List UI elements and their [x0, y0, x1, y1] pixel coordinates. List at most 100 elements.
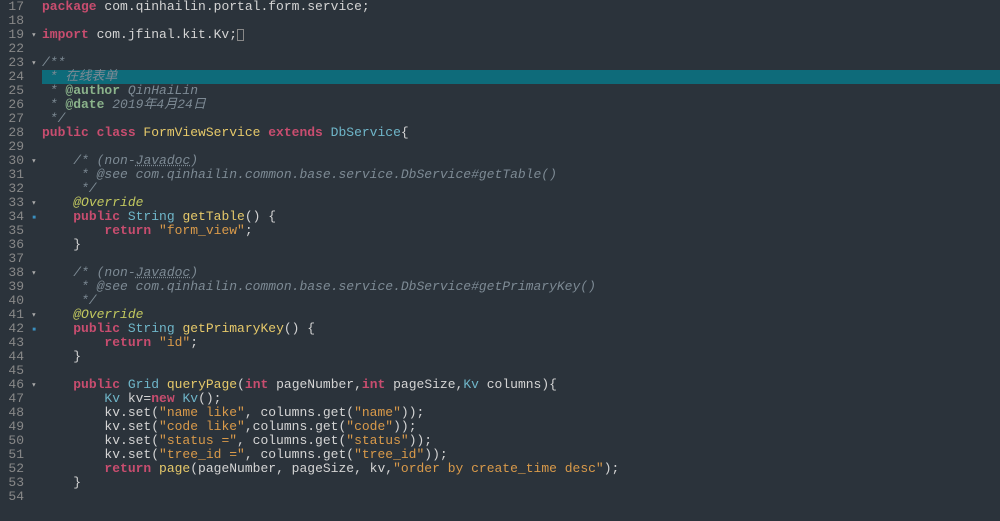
code-line[interactable]: [42, 42, 1000, 56]
line-number-gutter: 1718192223242526272829303132333435363738…: [0, 0, 30, 521]
token-punct: [42, 195, 73, 210]
code-line[interactable]: /* (non-Javadoc): [42, 154, 1000, 168]
token-punct: () {: [245, 209, 276, 224]
code-line[interactable]: @Override: [42, 308, 1000, 322]
token-punct: ,columns.get(: [245, 419, 346, 434]
fold-icon[interactable]: [30, 28, 38, 42]
line-number: 34: [0, 210, 24, 224]
code-line[interactable]: * 在线表单: [42, 70, 1000, 84]
code-line[interactable]: return "form_view";: [42, 224, 1000, 238]
code-line[interactable]: */: [42, 112, 1000, 126]
token-name: page: [159, 461, 190, 476]
token-punct: ));: [393, 419, 416, 434]
code-line[interactable]: * @see com.qinhailin.common.base.service…: [42, 168, 1000, 182]
token-punct: (: [237, 377, 245, 392]
gutter-slot: [30, 350, 38, 364]
gutter-slot: [30, 336, 38, 350]
code-line[interactable]: kv.set("status =", columns.get("status")…: [42, 434, 1000, 448]
token-docTag: @date: [65, 97, 104, 112]
code-line[interactable]: Kv kv=new Kv();: [42, 392, 1000, 406]
code-line[interactable]: return page(pageNumber, pageSize, kv,"or…: [42, 462, 1000, 476]
token-str: "status": [346, 433, 408, 448]
gutter-slot: [30, 280, 38, 294]
override-marker-icon[interactable]: [30, 322, 38, 336]
token-punct: }: [42, 237, 81, 252]
line-number: 41: [0, 308, 24, 322]
token-type: String: [128, 209, 175, 224]
code-editor[interactable]: package com.qinhailin.portal.form.servic…: [38, 0, 1000, 521]
line-number: 18: [0, 14, 24, 28]
code-line[interactable]: [42, 252, 1000, 266]
code-line[interactable]: @Override: [42, 196, 1000, 210]
fold-icon[interactable]: [30, 266, 38, 280]
token-cmt: ): [190, 265, 198, 280]
gutter-slot: [30, 448, 38, 462]
gutter-slot: [30, 420, 38, 434]
code-line[interactable]: /* (non-Javadoc): [42, 266, 1000, 280]
token-punct: pageSize,: [385, 377, 463, 392]
code-line[interactable]: public String getTable() {: [42, 210, 1000, 224]
token-punct: ));: [424, 447, 447, 462]
token-cmtWavy: Javadoc: [136, 265, 191, 280]
token-punct: [42, 461, 104, 476]
code-line[interactable]: [42, 364, 1000, 378]
gutter-slot: [30, 490, 38, 504]
code-line[interactable]: * @date 2019年4月24日: [42, 98, 1000, 112]
token-cmt: ): [190, 153, 198, 168]
gutter-slot: [30, 238, 38, 252]
code-line[interactable]: * @author QinHaiLin: [42, 84, 1000, 98]
token-punct: [42, 321, 73, 336]
code-line[interactable]: public class FormViewService extends DbS…: [42, 126, 1000, 140]
line-number: 33: [0, 196, 24, 210]
token-punct: [42, 153, 73, 168]
line-number: 24: [0, 70, 24, 84]
code-line[interactable]: [42, 14, 1000, 28]
token-cmtWavy: Javadoc: [136, 153, 191, 168]
code-line[interactable]: }: [42, 476, 1000, 490]
line-number: 17: [0, 0, 24, 14]
code-line[interactable]: package com.qinhailin.portal.form.servic…: [42, 0, 1000, 14]
gutter-slot: [30, 224, 38, 238]
gutter-slot: [30, 0, 38, 14]
token-punct: kv.set(: [42, 405, 159, 420]
line-number: 37: [0, 252, 24, 266]
code-line[interactable]: return "id";: [42, 336, 1000, 350]
token-punct: [42, 223, 104, 238]
fold-icon[interactable]: [30, 154, 38, 168]
line-number: 28: [0, 126, 24, 140]
line-number: 49: [0, 420, 24, 434]
fold-icon[interactable]: [30, 56, 38, 70]
code-line[interactable]: [42, 140, 1000, 154]
fold-icon[interactable]: [30, 378, 38, 392]
gutter-slot: [30, 42, 38, 56]
override-marker-icon[interactable]: [30, 210, 38, 224]
code-line[interactable]: }: [42, 350, 1000, 364]
code-line[interactable]: */: [42, 182, 1000, 196]
token-punct: }: [42, 349, 81, 364]
token-punct: [159, 377, 167, 392]
token-punct: kv.set(: [42, 447, 159, 462]
line-number: 39: [0, 280, 24, 294]
fold-icon[interactable]: [30, 308, 38, 322]
code-line[interactable]: kv.set("tree_id =", columns.get("tree_id…: [42, 448, 1000, 462]
gutter-slot: [30, 434, 38, 448]
code-line[interactable]: * @see com.qinhailin.common.base.service…: [42, 280, 1000, 294]
code-line[interactable]: kv.set("name like", columns.get("name"))…: [42, 406, 1000, 420]
gutter-slot: [30, 462, 38, 476]
code-line[interactable]: */: [42, 294, 1000, 308]
code-line[interactable]: kv.set("code like",columns.get("code"));: [42, 420, 1000, 434]
token-str: "name": [354, 405, 401, 420]
code-line[interactable]: public Grid queryPage(int pageNumber,int…: [42, 378, 1000, 392]
code-line[interactable]: }: [42, 238, 1000, 252]
code-line[interactable]: public String getPrimaryKey() {: [42, 322, 1000, 336]
line-number: 44: [0, 350, 24, 364]
line-number: 27: [0, 112, 24, 126]
fold-icon[interactable]: [30, 196, 38, 210]
code-line[interactable]: /**: [42, 56, 1000, 70]
gutter-slot: [30, 126, 38, 140]
token-punct: [42, 209, 73, 224]
code-line[interactable]: import com.jfinal.kit.Kv;: [42, 28, 1000, 42]
token-kw: public: [73, 377, 128, 392]
code-line[interactable]: [42, 490, 1000, 504]
token-cmt: /**: [42, 55, 65, 70]
